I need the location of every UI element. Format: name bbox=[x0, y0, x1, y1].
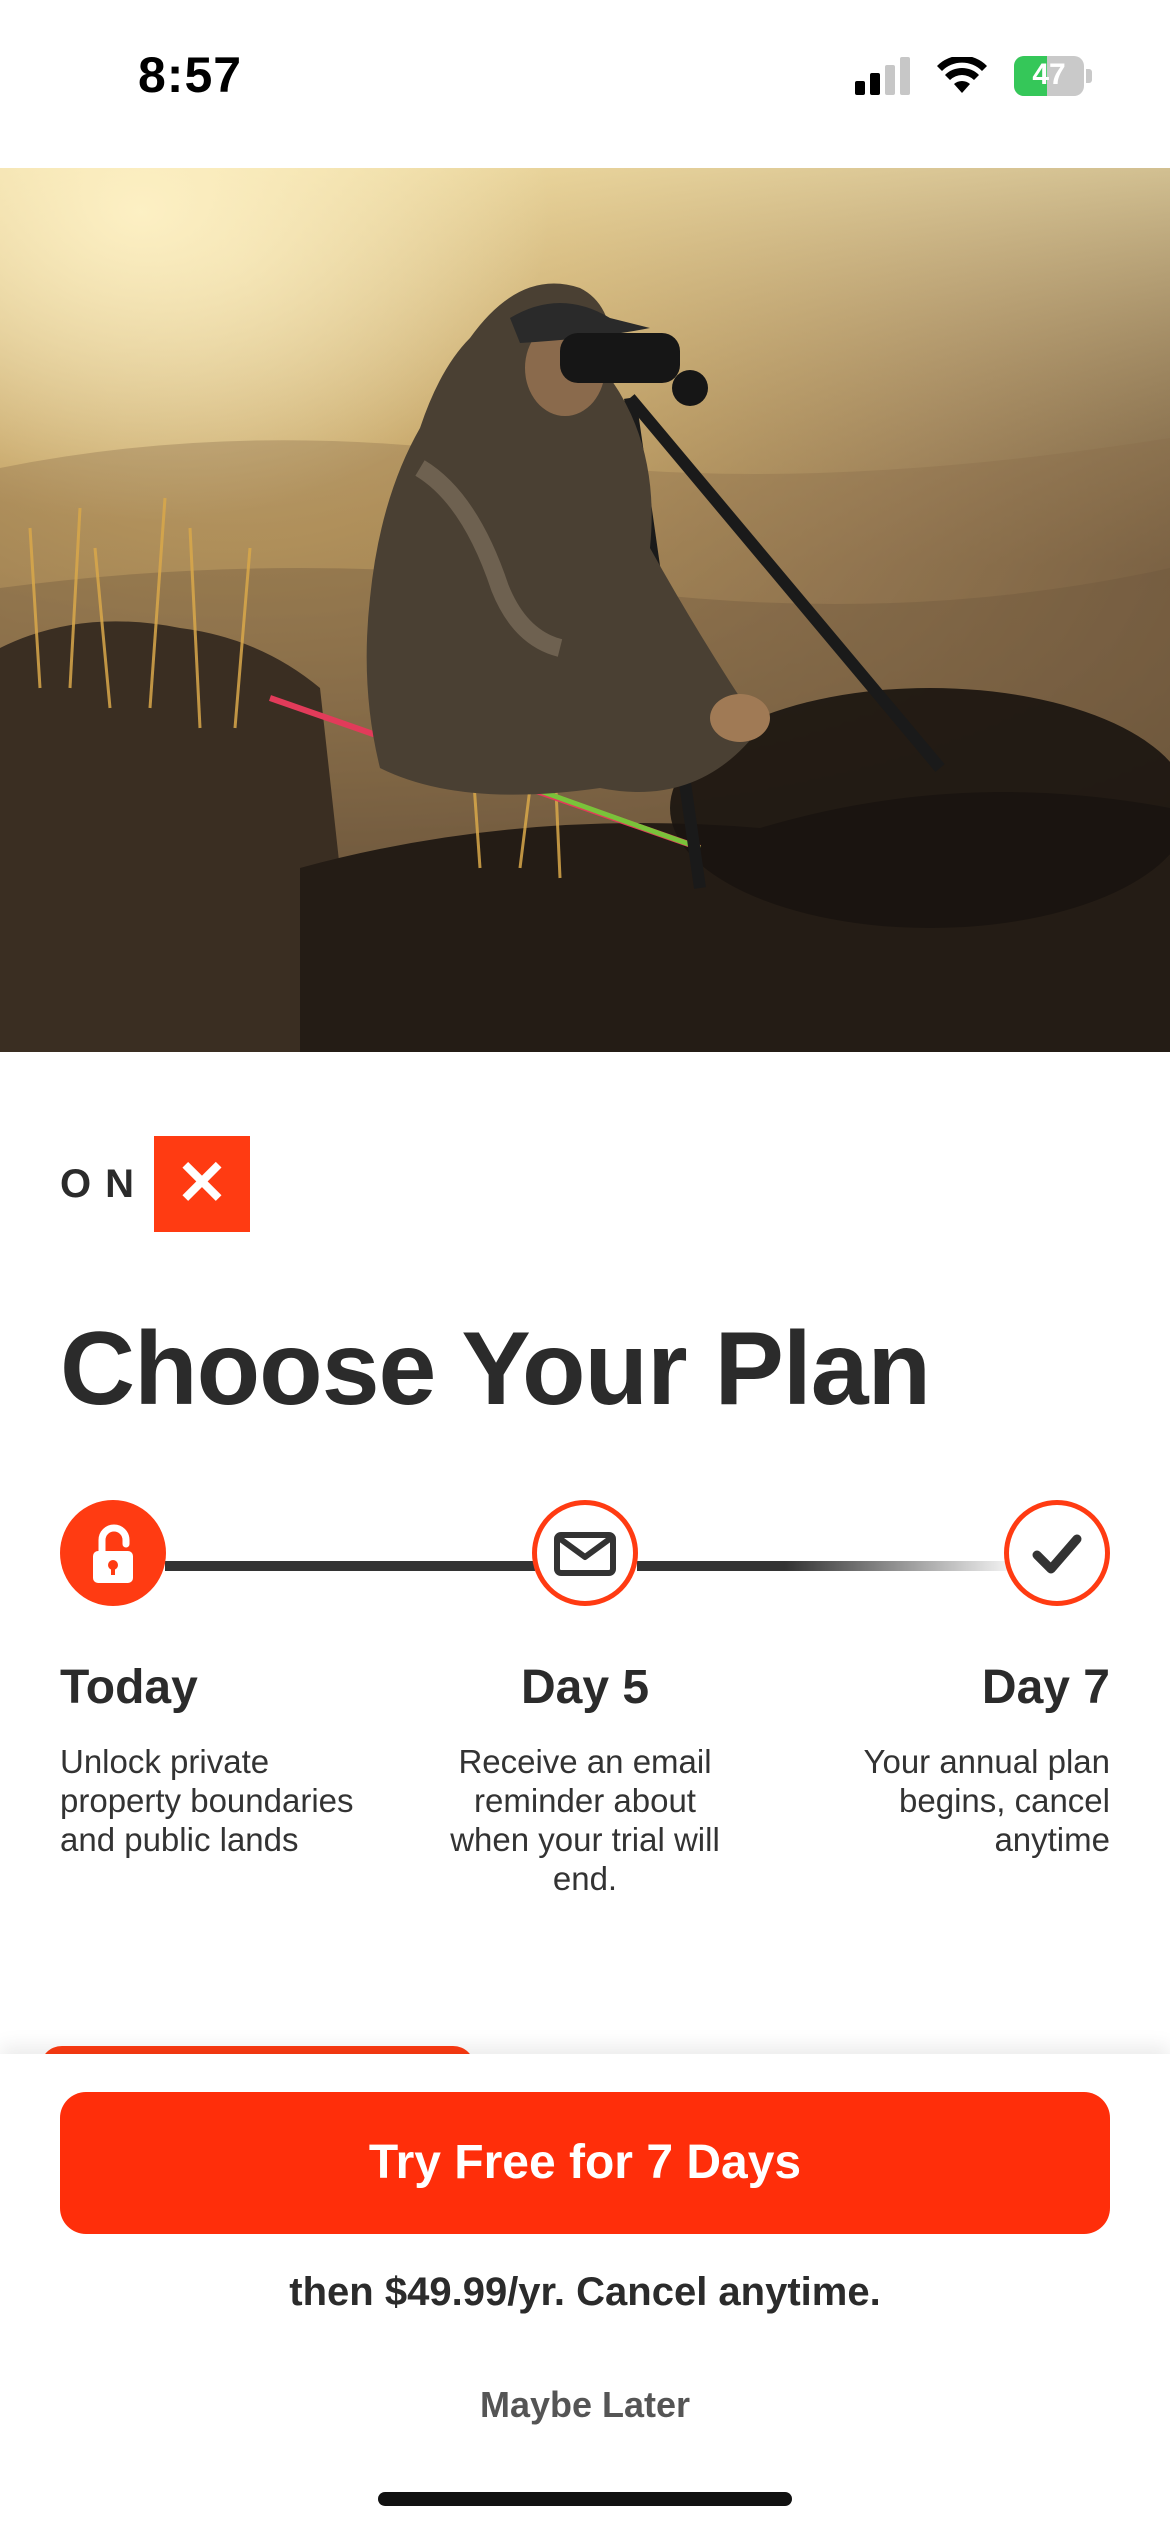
status-time: 8:57 bbox=[138, 47, 243, 103]
battery-percent: 47 bbox=[1032, 58, 1066, 91]
timeline-step-day5 bbox=[532, 1500, 638, 1606]
page-title: Choose Your Plan bbox=[60, 1311, 931, 1427]
price-note: then $49.99/yr. Cancel anytime. bbox=[289, 2270, 881, 2314]
timeline-connector-fading bbox=[637, 1561, 1007, 1571]
step-title-day5: Day 5 bbox=[520, 1661, 650, 1714]
step-description-day5: Receive an email reminder about when you… bbox=[450, 1743, 720, 1897]
home-indicator[interactable] bbox=[378, 2492, 792, 2506]
hunter-with-binoculars-illustration bbox=[0, 168, 1170, 1052]
step-title-today: Today bbox=[60, 1661, 198, 1714]
step-description-day7: Your annual plan begins, cancel anytime bbox=[863, 1743, 1110, 1858]
signal-icon bbox=[855, 57, 910, 95]
timeline-step-day7 bbox=[1004, 1500, 1110, 1606]
logo-text: ON bbox=[60, 1161, 148, 1206]
checkmark-icon bbox=[1032, 1534, 1082, 1574]
step-title-day7: Day 7 bbox=[981, 1661, 1110, 1714]
status-indicators: 47 bbox=[855, 56, 1092, 96]
timeline-step-today bbox=[60, 1500, 166, 1606]
timeline-connector bbox=[165, 1561, 535, 1571]
maybe-later-link[interactable]: Maybe Later bbox=[0, 2384, 1170, 2426]
status-bar: 8:57 47 bbox=[0, 0, 1170, 168]
logo-x-icon: ✕ bbox=[176, 1149, 228, 1218]
logo-mark: ✕ bbox=[154, 1136, 250, 1232]
battery-charging-icon: 47 bbox=[1014, 56, 1092, 96]
hero-image bbox=[0, 168, 1170, 1052]
onx-logo: ON ✕ bbox=[60, 1136, 250, 1232]
unlock-icon bbox=[93, 1524, 133, 1583]
envelope-icon bbox=[554, 1532, 616, 1576]
try-free-button[interactable]: Try Free for 7 Days bbox=[60, 2092, 1110, 2234]
step-description-today: Unlock private property boundaries and p… bbox=[60, 1743, 354, 1858]
wifi-icon bbox=[936, 57, 988, 95]
